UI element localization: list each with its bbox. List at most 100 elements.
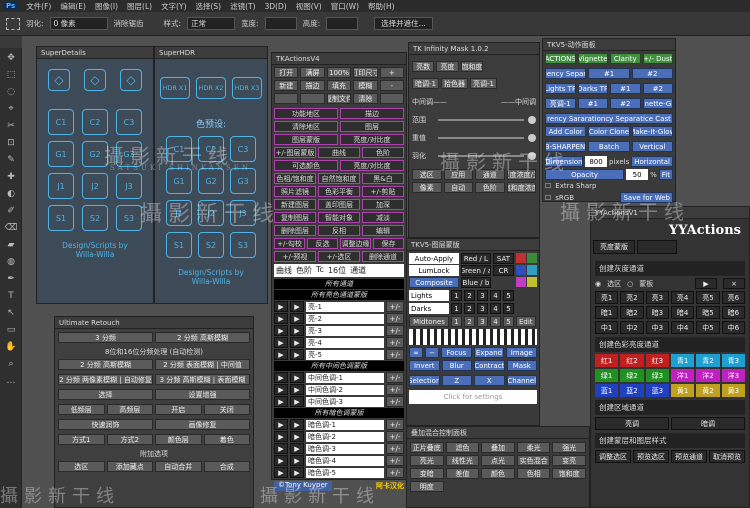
- tool-8-icon[interactable]: ◐: [4, 187, 18, 201]
- inf-slider-0[interactable]: [438, 119, 524, 121]
- tk-dark-stop-icon-1[interactable]: ▶: [290, 431, 304, 442]
- tk-item-2-0[interactable]: 图层蒙版: [274, 134, 338, 145]
- tk-dark-play-icon-4[interactable]: ▶: [274, 467, 288, 478]
- tk-light-plus-1[interactable]: +/-: [386, 313, 404, 324]
- tk-mid-stop-icon-0[interactable]: ▶: [290, 372, 304, 383]
- darks-num-4[interactable]: 4: [490, 303, 501, 314]
- tool-5-icon[interactable]: ⊡: [4, 136, 18, 150]
- tk-row3-3[interactable]: 清除: [353, 93, 378, 104]
- yy-g1-9[interactable]: 暗4: [671, 306, 695, 319]
- tk-row1-3[interactable]: 打印尺寸: [353, 67, 378, 78]
- style-select[interactable]: 正常: [187, 17, 236, 30]
- swatch-1[interactable]: [527, 253, 537, 263]
- inf-slider-knob-2[interactable]: [528, 152, 536, 160]
- tk-row3-2[interactable]: 复制文件: [326, 93, 352, 104]
- menu-item-6[interactable]: 滤镜(T): [230, 1, 255, 12]
- tk-item-0-1[interactable]: 描边: [340, 108, 404, 119]
- menu-item-4[interactable]: 文字(Y): [161, 1, 186, 12]
- srgb-checkbox[interactable]: ☐: [545, 194, 551, 202]
- rgb-channel-0[interactable]: Red / L: [460, 253, 491, 264]
- tk-row1-4[interactable]: +: [379, 67, 405, 78]
- sd-cell-C1[interactable]: C1: [48, 109, 74, 135]
- tk-row2-1[interactable]: 描边: [300, 80, 325, 91]
- tk-tab-3[interactable]: 16位: [328, 265, 346, 276]
- tk-item-10-1[interactable]: 反选: [307, 238, 338, 249]
- v5a-r2-0[interactable]: Frequency Separation: [545, 68, 587, 79]
- ult-r1-1[interactable]: 2 分频 高斯模糊: [155, 332, 250, 343]
- hdr-cell-S1[interactable]: S1: [166, 232, 192, 258]
- yy-play-button[interactable]: ▶: [695, 278, 717, 289]
- inf-grid-0[interactable]: 选区: [412, 169, 442, 180]
- yy-g2-16[interactable]: 黄2: [696, 384, 720, 397]
- tk-item-11-1[interactable]: +/-选区: [318, 251, 360, 262]
- v5a-r2-2[interactable]: #2: [631, 68, 673, 79]
- blend-7[interactable]: 点光: [481, 455, 515, 466]
- zone-strip[interactable]: [409, 329, 537, 345]
- menu-item-9[interactable]: 窗口(W): [331, 1, 359, 12]
- tk-light-play-icon-1[interactable]: ▶: [274, 313, 288, 324]
- ps-logo-icon[interactable]: Ps: [4, 2, 18, 10]
- tk-dark-label-2[interactable]: 暗色调-3: [306, 443, 384, 454]
- op2-2[interactable]: Contract: [474, 360, 505, 371]
- feather-input[interactable]: 0 像素: [49, 17, 108, 30]
- inf-grid-6[interactable]: 色阶: [475, 182, 505, 193]
- tk-dark-stop-icon-0[interactable]: ▶: [290, 419, 304, 430]
- mid-num-4[interactable]: 4: [490, 316, 501, 327]
- yy-g1-16[interactable]: 中5: [696, 321, 720, 334]
- tk-row1-2[interactable]: 100%: [326, 67, 352, 78]
- hdr-cell-C2[interactable]: C2: [198, 136, 224, 162]
- blend-0[interactable]: 正片叠底: [410, 442, 444, 453]
- inf-r2-2[interactable]: 亮调-1: [469, 78, 497, 89]
- yy-bright-button[interactable]: 亮调: [595, 417, 669, 430]
- tk-tab-1[interactable]: 色阶: [296, 265, 312, 276]
- tk-mid-play-icon-1[interactable]: ▶: [274, 384, 288, 395]
- yy-tab-2[interactable]: [637, 240, 677, 254]
- mid-num-1[interactable]: 1: [451, 316, 462, 327]
- mid-num-5[interactable]: 5: [503, 316, 514, 327]
- blend-11[interactable]: 差值: [445, 468, 480, 479]
- blend-13[interactable]: 色相: [516, 468, 551, 479]
- tk-row3-0[interactable]: [274, 93, 299, 104]
- inf-r1-1[interactable]: 亮度: [436, 61, 459, 72]
- tk-dark-plus-0[interactable]: +/-: [386, 419, 404, 430]
- select-mask-button[interactable]: 选择并遮住...: [374, 17, 433, 30]
- tk-item-1-0[interactable]: 清除地区: [274, 121, 338, 132]
- ult-r2-0[interactable]: 2 分频 高斯模糊: [58, 359, 153, 370]
- op2-3[interactable]: Mask: [506, 360, 537, 371]
- tool-13-icon[interactable]: ✒: [4, 272, 18, 286]
- hdr-cell-G2[interactable]: G2: [198, 168, 224, 194]
- tk-light-play-icon-2[interactable]: ▶: [274, 325, 288, 336]
- menu-item-1[interactable]: 编辑(E): [60, 1, 86, 12]
- inf-r2-1[interactable]: 拾色器: [440, 78, 468, 89]
- tk-light-label-1[interactable]: 亮-2: [306, 313, 384, 324]
- swatch-2[interactable]: [516, 265, 526, 275]
- hdr-cell-J1[interactable]: J1: [166, 200, 192, 226]
- inf-grid-1[interactable]: 应用: [443, 169, 473, 180]
- tk-item-10-2[interactable]: 调整边缘: [340, 238, 371, 249]
- yy-g2-0[interactable]: 红1: [595, 354, 619, 367]
- op3-2[interactable]: X: [474, 375, 505, 386]
- yy-g1-8[interactable]: 暗3: [645, 306, 669, 319]
- hdr-button-1[interactable]: HDR X2: [196, 77, 226, 99]
- tk-light-plus-2[interactable]: +/-: [386, 325, 404, 336]
- yy-g2-10[interactable]: 洋2: [696, 369, 720, 382]
- inf-slider-1[interactable]: [438, 137, 524, 139]
- ult-r7-3[interactable]: 着色: [203, 434, 250, 445]
- yy-g2-2[interactable]: 红3: [645, 354, 669, 367]
- tk-item-6-2[interactable]: +/-剪贴: [362, 186, 404, 197]
- dim-input[interactable]: 800: [585, 156, 608, 167]
- tk-row3-1[interactable]: [300, 93, 325, 104]
- tk-mid-play-icon-0[interactable]: ▶: [274, 372, 288, 383]
- yy-g2-9[interactable]: 洋1: [671, 369, 695, 382]
- menu-item-0[interactable]: 文件(F): [26, 1, 51, 12]
- tk-light-plus-0[interactable]: +/-: [386, 301, 404, 312]
- tk-light-stop-icon-2[interactable]: ▶: [290, 325, 304, 336]
- blend-15[interactable]: 明度: [410, 481, 444, 492]
- hdr-cell-S2[interactable]: S2: [198, 232, 224, 258]
- v5a-r2-1[interactable]: #1: [588, 68, 630, 79]
- mid-num-3[interactable]: 3: [477, 316, 488, 327]
- yy-g1-14[interactable]: 中3: [645, 321, 669, 334]
- menu-item-3[interactable]: 图层(L): [127, 1, 152, 12]
- tk-item-8-2[interactable]: 减淡: [362, 212, 404, 223]
- yy-g1-17[interactable]: 中6: [721, 321, 745, 334]
